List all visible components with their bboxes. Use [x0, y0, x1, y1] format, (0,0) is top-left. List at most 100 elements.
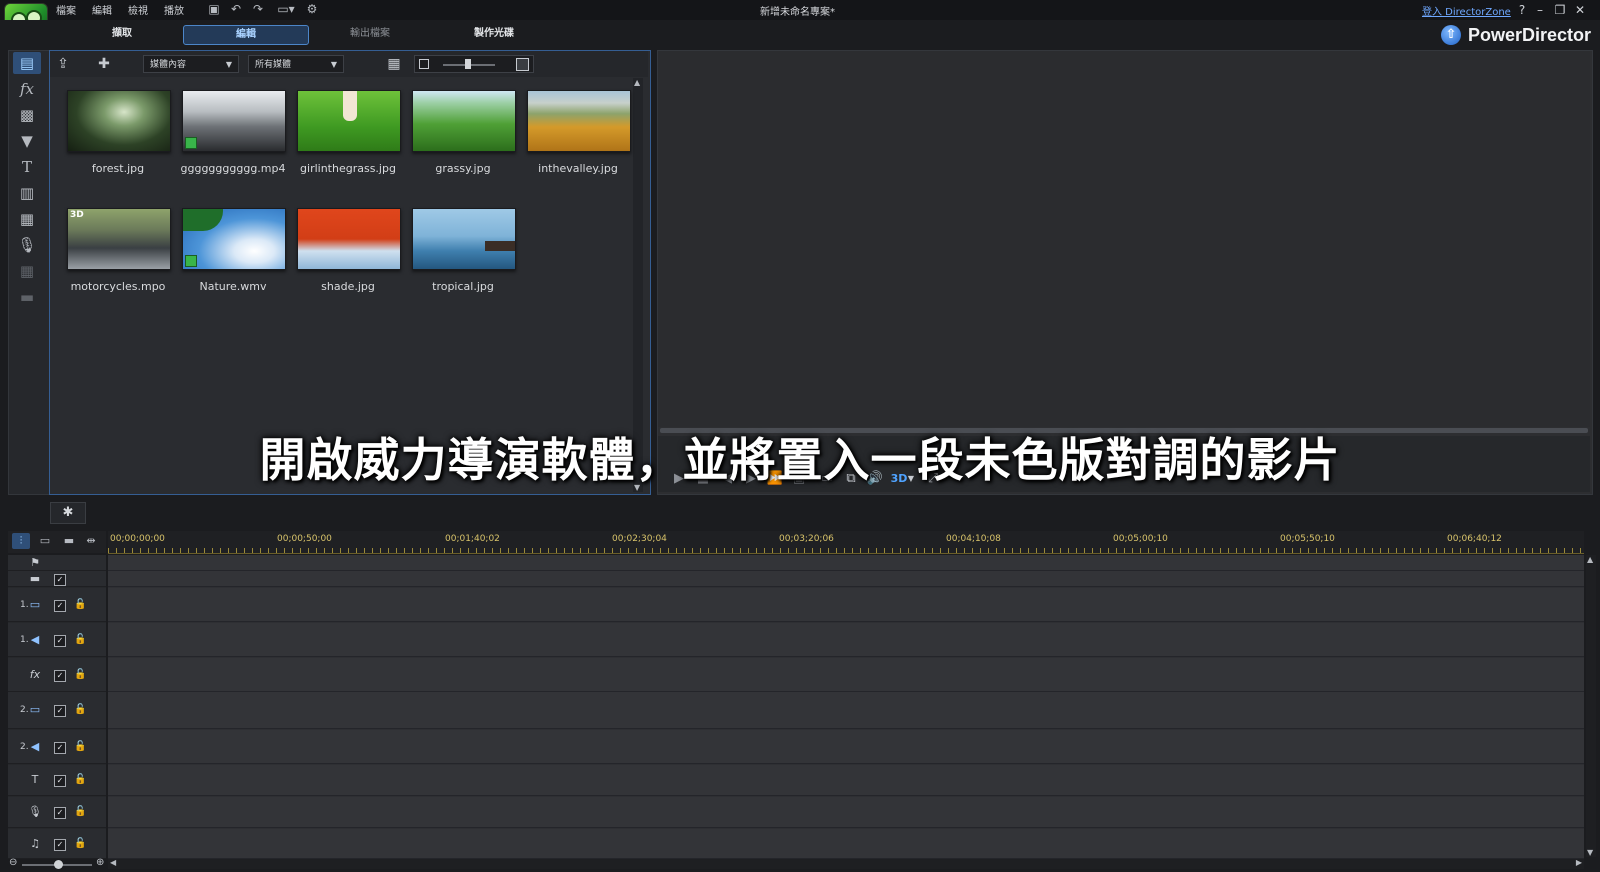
menu-playback[interactable]: 播放: [164, 2, 184, 17]
media-content-dropdown[interactable]: 媒體內容 ▼: [143, 55, 239, 73]
ruler-timecode: 00;06;40;12: [1447, 534, 1502, 544]
menu-view[interactable]: 檢視: [128, 2, 148, 17]
track-lane[interactable]: [108, 555, 1584, 571]
media-room-icon[interactable]: ▤: [13, 52, 41, 74]
menu-file[interactable]: 檔案: [56, 2, 76, 17]
media-caption: motorcycles.mpo: [70, 280, 166, 293]
audio-mixing-room-icon[interactable]: ▦: [13, 208, 41, 230]
track-lane[interactable]: [108, 829, 1584, 859]
close-button[interactable]: ✕: [1572, 2, 1588, 18]
zoom-out-icon[interactable]: ⊖: [9, 857, 17, 868]
track-enable-checkbox[interactable]: ✓: [54, 705, 66, 717]
track-lock-icon[interactable]: 🔓: [74, 838, 86, 850]
thumbnail-girlinthegrass[interactable]: [297, 90, 401, 152]
import-media-icon[interactable]: ⇪: [52, 55, 74, 73]
track-enable-checkbox[interactable]: ✓: [54, 574, 66, 586]
undo-icon[interactable]: ↶: [229, 2, 243, 16]
thumbnail-shade[interactable]: [297, 208, 401, 270]
track-lock-icon[interactable]: 🔓: [74, 634, 86, 646]
media-item[interactable]: ggggggggggg.mp4: [181, 90, 286, 202]
scroll-up-icon[interactable]: ▲: [1587, 555, 1593, 564]
scroll-down-icon[interactable]: ▼: [1587, 848, 1593, 857]
media-type-dropdown[interactable]: 所有媒體 ▼: [248, 55, 344, 73]
slider-knob[interactable]: [465, 59, 471, 69]
directorzone-login-link[interactable]: 登入 DirectorZone: [1422, 3, 1511, 18]
save-icon[interactable]: ▣: [207, 2, 221, 16]
track-lane[interactable]: [108, 765, 1584, 796]
timeline-horizontal-scrollbar[interactable]: ◀ ▶: [108, 858, 1584, 869]
redo-icon[interactable]: ↷: [251, 2, 265, 16]
tab-produce[interactable]: 輸出檔案: [308, 25, 432, 43]
ruler-timecode: 00;05;00;10: [1113, 534, 1168, 544]
track-lock-icon[interactable]: 🔓: [74, 669, 86, 681]
track-lane[interactable]: [108, 730, 1584, 764]
menu-edit[interactable]: 編輯: [92, 2, 112, 17]
timeline-vertical-scrollbar[interactable]: ▲ ▼: [1586, 555, 1596, 857]
thumbnail-video[interactable]: [182, 90, 286, 152]
track-manager-icon[interactable]: ▬: [60, 533, 78, 549]
zoom-slider-knob[interactable]: [54, 860, 63, 869]
track-enable-checkbox[interactable]: ✓: [54, 635, 66, 647]
media-type-label: 所有媒體: [255, 60, 292, 70]
track-lane[interactable]: [108, 692, 1584, 729]
plugins-icon[interactable]: ✚: [93, 55, 115, 73]
help-button[interactable]: ?: [1514, 2, 1530, 18]
track-lock-icon[interactable]: 🔓: [74, 741, 86, 753]
track-lane[interactable]: [108, 588, 1584, 622]
media-item[interactable]: shade.jpg: [297, 208, 401, 320]
track-enable-checkbox[interactable]: ✓: [54, 775, 66, 787]
minimize-button[interactable]: –: [1532, 2, 1548, 18]
media-item[interactable]: forest.jpg: [67, 90, 171, 202]
thumbnail-inthevalley[interactable]: [527, 90, 631, 152]
storyboard-view-icon[interactable]: ▭: [36, 533, 54, 549]
media-item[interactable]: Nature.wmv: [182, 208, 286, 320]
fit-timeline-icon[interactable]: ⇹: [82, 533, 100, 549]
thumbnail-grassy[interactable]: [412, 90, 516, 152]
magic-tools-button[interactable]: ✱: [50, 502, 86, 524]
track-lock-icon[interactable]: 🔓: [74, 599, 86, 611]
track-enable-checkbox[interactable]: ✓: [54, 670, 66, 682]
media-item[interactable]: grassy.jpg: [412, 90, 516, 202]
scroll-up-icon[interactable]: ▲: [634, 78, 640, 87]
media-item[interactable]: 3D motorcycles.mpo: [67, 208, 171, 320]
thumbnail-tropical[interactable]: [412, 208, 516, 270]
tab-edit[interactable]: 編輯: [183, 25, 309, 45]
restore-button[interactable]: ❐: [1552, 2, 1568, 18]
aspect-ratio-icon[interactable]: ▭▾: [275, 2, 297, 16]
effect-room-icon[interactable]: fx: [13, 78, 41, 100]
track-enable-checkbox[interactable]: ✓: [54, 742, 66, 754]
track-lane[interactable]: [108, 623, 1584, 657]
upgrade-arrow-icon[interactable]: ⇧: [1441, 25, 1461, 45]
tab-create-disc[interactable]: 製作光碟: [432, 25, 556, 43]
media-item[interactable]: girlinthegrass.jpg: [297, 90, 401, 202]
grid-view-icon[interactable]: ▦: [383, 55, 405, 73]
track-lock-icon[interactable]: 🔓: [74, 806, 86, 818]
scroll-right-icon[interactable]: ▶: [1576, 858, 1582, 867]
voice-over-room-icon[interactable]: 🎙: [13, 234, 41, 256]
track-lock-icon[interactable]: 🔓: [74, 704, 86, 716]
chapter-room-icon[interactable]: ▦: [13, 260, 41, 282]
track-lane[interactable]: [108, 658, 1584, 692]
thumbnail-size-slider[interactable]: [414, 55, 534, 73]
thumbnail-nature[interactable]: [182, 208, 286, 270]
settings-gear-icon[interactable]: ⚙: [305, 2, 319, 16]
subtitle-room-icon[interactable]: ▬: [13, 286, 41, 308]
zoom-in-icon[interactable]: ⊕: [96, 857, 104, 868]
media-item[interactable]: inthevalley.jpg: [527, 90, 631, 202]
particle-room-icon[interactable]: ▼: [13, 130, 41, 152]
track-enable-checkbox[interactable]: ✓: [54, 600, 66, 612]
thumbnail-forest[interactable]: [67, 90, 171, 152]
track-lock-icon[interactable]: 🔓: [74, 774, 86, 786]
media-item[interactable]: tropical.jpg: [412, 208, 516, 320]
track-enable-checkbox[interactable]: ✓: [54, 839, 66, 851]
track-lane[interactable]: [108, 797, 1584, 828]
title-room-icon[interactable]: T: [13, 156, 41, 178]
transition-room-icon[interactable]: ▥: [13, 182, 41, 204]
track-lane[interactable]: [108, 571, 1584, 587]
scroll-left-icon[interactable]: ◀: [110, 858, 116, 867]
pip-room-icon[interactable]: ▩: [13, 104, 41, 126]
timeline-view-icon[interactable]: ⫶: [12, 533, 30, 549]
track-enable-checkbox[interactable]: ✓: [54, 807, 66, 819]
thumbnail-motorcycles[interactable]: 3D: [67, 208, 171, 270]
tab-capture[interactable]: 擷取: [60, 25, 184, 43]
